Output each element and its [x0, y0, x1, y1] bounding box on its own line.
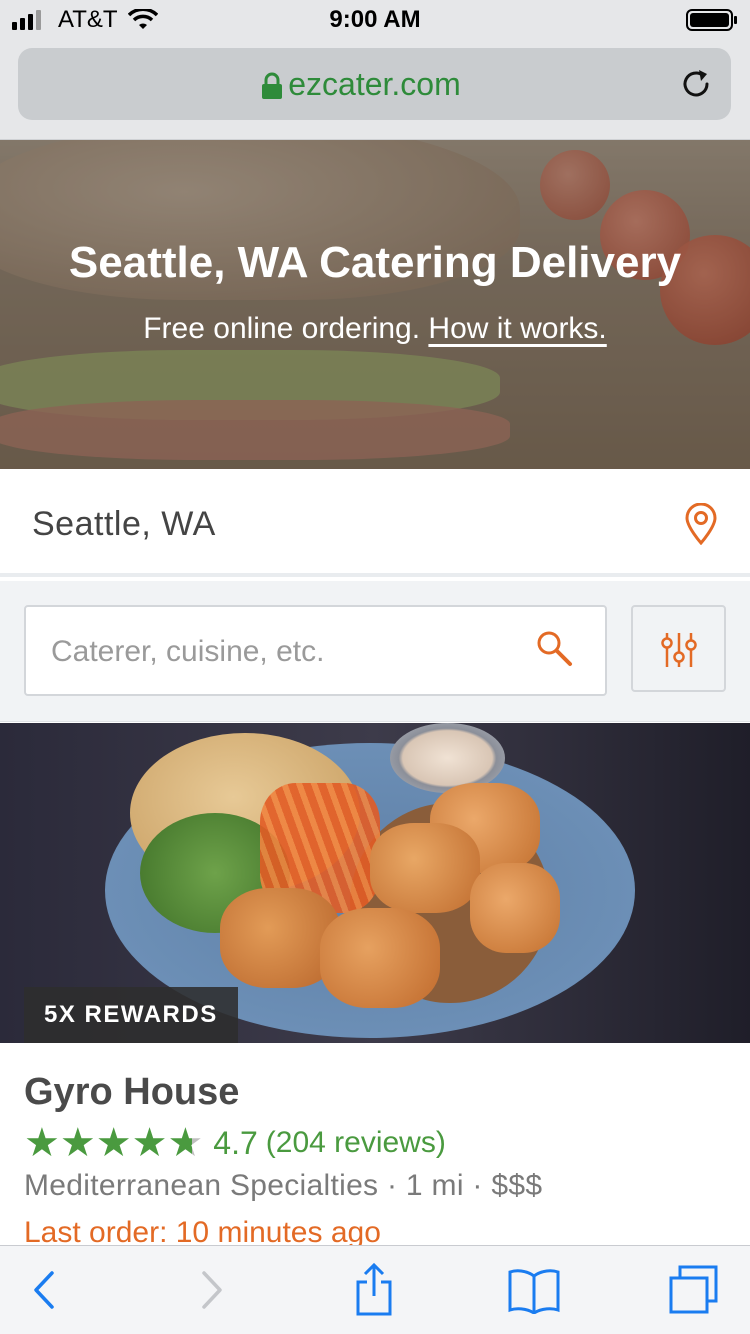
caterer-details: Mediterranean Specialties · 1 mi · $$$: [24, 1169, 543, 1202]
caterer-photo[interactable]: 5X REWARDS: [0, 723, 750, 1043]
forward-icon: [202, 1271, 222, 1309]
address-bar[interactable]: ezcater.com: [18, 48, 731, 120]
chicken-image: [370, 823, 480, 913]
rating-value: 4.7: [213, 1124, 258, 1161]
browser-address-area: ezcater.com: [0, 40, 750, 140]
browser-toolbar: [0, 1245, 750, 1334]
search-area: Caterer, cuisine, etc.: [0, 581, 750, 722]
bookmarks-button[interactable]: [504, 1262, 564, 1318]
share-button[interactable]: [344, 1262, 404, 1318]
how-it-works-link[interactable]: How it works.: [428, 312, 606, 345]
review-count[interactable]: (204 reviews): [266, 1126, 446, 1160]
status-bar: AT&T 9:00 AM: [0, 0, 750, 40]
bookmarks-icon: [508, 1269, 560, 1314]
search-placeholder: Caterer, cuisine, etc.: [51, 635, 325, 668]
rewards-badge: 5X REWARDS: [24, 987, 238, 1043]
filter-button[interactable]: [631, 605, 726, 692]
star-icon: ★: [95, 1121, 132, 1165]
hero-title: Seattle, WA Catering Delivery: [68, 238, 682, 287]
hero-overlay: [0, 140, 750, 469]
caterer-name[interactable]: Gyro House: [24, 1071, 239, 1114]
star-icon: ★: [59, 1121, 96, 1165]
search-icon[interactable]: [535, 629, 575, 669]
back-icon: [34, 1271, 54, 1309]
caterer-listing[interactable]: Gyro House ★ ★ ★ ★ ★ 4.7 (204 reviews) M…: [0, 1043, 750, 1245]
back-button[interactable]: [14, 1262, 74, 1318]
share-icon: [356, 1262, 392, 1316]
hero-subtitle-text: Free online ordering.: [143, 312, 421, 345]
chicken-image: [470, 863, 560, 953]
location-pin-icon[interactable]: [684, 503, 718, 545]
star-icon: ★: [24, 1121, 60, 1165]
tabs-button[interactable]: [664, 1262, 724, 1318]
location-value: Seattle, WA: [32, 505, 216, 543]
hero-banner: Seattle, WA Catering Delivery Free onlin…: [0, 140, 750, 469]
star-icon: ★: [167, 1121, 204, 1165]
star-icon: ★: [131, 1121, 168, 1165]
forward-button[interactable]: [182, 1262, 242, 1318]
last-order: Last order: 10 minutes ago: [24, 1216, 381, 1245]
page: AT&T 9:00 AM ezcater.com Seattle, WA Cat…: [0, 0, 750, 1334]
search-input[interactable]: Caterer, cuisine, etc.: [24, 605, 607, 696]
star-rating: ★ ★ ★ ★ ★: [24, 1123, 203, 1163]
tabs-icon: [669, 1265, 718, 1314]
reload-icon[interactable]: [679, 66, 715, 102]
battery-icon: [686, 9, 737, 31]
url-text: ezcater.com: [288, 66, 461, 102]
rating-row: ★ ★ ★ ★ ★ 4.7 (204 reviews): [24, 1123, 446, 1163]
chicken-image: [320, 908, 440, 1008]
status-time: 9:00 AM: [329, 6, 421, 33]
location-selector[interactable]: Seattle, WA: [0, 469, 750, 577]
filter-sliders-icon: [661, 633, 697, 667]
hero-subtitle: Free online ordering. How it works.: [0, 312, 750, 346]
